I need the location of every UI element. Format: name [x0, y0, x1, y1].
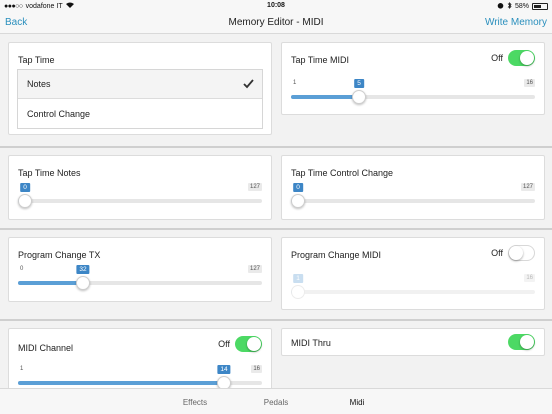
- status-right: 58%: [497, 2, 548, 11]
- slider-value-badge: 0: [20, 183, 30, 192]
- bluetooth-icon: [507, 2, 512, 11]
- section-divider: [0, 146, 552, 148]
- slider-thumb[interactable]: [18, 194, 32, 208]
- alarm-icon: [497, 2, 504, 11]
- tab-midi[interactable]: Midi: [350, 398, 365, 407]
- tap-time-option-control-change[interactable]: Control Change: [18, 99, 262, 128]
- tap-time-card: Tap Time Notes Control Change: [8, 42, 272, 135]
- slider-value-badge: 32: [76, 265, 90, 274]
- program-change-midi-card: Program Change MIDI Off 16 1: [281, 237, 545, 310]
- slider-track: [18, 199, 262, 203]
- slider-max-label: 16: [524, 274, 535, 282]
- tap-time-midi-slider[interactable]: 1 16 5: [291, 79, 535, 109]
- tap-time-midi-card: Tap Time MIDI Off 1 16 5: [281, 42, 545, 115]
- tap-time-options: Notes Control Change: [17, 69, 263, 129]
- toggle-label: Off: [491, 248, 503, 258]
- slider-max-label: 127: [520, 183, 535, 191]
- tap-time-midi-toggle-group: Off: [491, 50, 535, 66]
- midi-channel-title: MIDI Channel: [18, 343, 74, 353]
- navigation-bar: Back Memory Editor - MIDI Write Memory: [0, 12, 552, 34]
- tab-pedals[interactable]: Pedals: [264, 398, 288, 407]
- program-change-midi-title: Program Change MIDI: [291, 250, 382, 260]
- page-title: Memory Editor - MIDI: [228, 17, 324, 28]
- toggle-knob: [247, 337, 261, 351]
- tap-time-notes-card: Tap Time Notes 127 0: [8, 155, 272, 220]
- battery-percent: 58%: [514, 3, 529, 10]
- slider-max-label: 127: [247, 265, 262, 273]
- slider-track: [291, 290, 535, 294]
- tap-time-title: Tap Time: [18, 55, 55, 65]
- slider-thumb[interactable]: [352, 90, 366, 104]
- program-change-tx-title: Program Change TX: [18, 250, 101, 260]
- slider-value-badge: 1: [293, 274, 303, 283]
- midi-thru-toggle[interactable]: [508, 334, 535, 350]
- program-change-midi-toggle[interactable]: [508, 245, 535, 261]
- slider-track: [291, 199, 535, 203]
- tap-time-notes-slider[interactable]: 127 0: [18, 183, 262, 213]
- tab-bar: Effects Pedals Midi: [0, 388, 552, 414]
- program-change-midi-slider: 16 1: [291, 274, 535, 304]
- slider-min-label: 1: [293, 80, 297, 86]
- slider-value-badge: 5: [354, 79, 364, 88]
- section-divider: [0, 319, 552, 321]
- program-change-tx-card: Program Change TX 0 127 32: [8, 237, 272, 302]
- tap-time-midi-title: Tap Time MIDI: [291, 55, 350, 65]
- tap-time-midi-toggle[interactable]: [508, 50, 535, 66]
- toggle-knob: [509, 246, 523, 260]
- slider-max-label: 16: [251, 365, 262, 373]
- slider-max-label: 127: [247, 183, 262, 191]
- slider-value-badge: 0: [293, 183, 303, 192]
- toggle-label: Off: [491, 53, 503, 63]
- checkmark-icon: [243, 78, 254, 89]
- section-divider: [0, 228, 552, 230]
- slider-thumb[interactable]: [76, 276, 90, 290]
- status-time: 10:08: [267, 2, 285, 9]
- slider-fill: [18, 381, 224, 385]
- toggle-label: Off: [218, 339, 230, 349]
- status-bar: ●●●○○ vodafone IT 10:08 58%: [0, 0, 552, 12]
- midi-channel-toggle[interactable]: [235, 336, 262, 352]
- tab-effects[interactable]: Effects: [183, 398, 207, 407]
- slider-max-label: 16: [524, 79, 535, 87]
- tap-time-notes-title: Tap Time Notes: [18, 168, 81, 178]
- program-change-midi-toggle-group: Off: [491, 245, 535, 261]
- tap-time-cc-card: Tap Time Control Change 127 0: [281, 155, 545, 220]
- slider-fill: [291, 95, 359, 99]
- toggle-knob: [520, 335, 534, 349]
- option-label: Notes: [27, 79, 51, 89]
- slider-min-label: 1: [20, 366, 24, 372]
- slider-fill: [18, 281, 83, 285]
- midi-thru-card: MIDI Thru: [281, 328, 545, 356]
- toggle-knob: [520, 51, 534, 65]
- tap-time-cc-title: Tap Time Control Change: [291, 168, 394, 178]
- slider-thumb[interactable]: [291, 194, 305, 208]
- tap-time-option-notes[interactable]: Notes: [18, 70, 262, 99]
- battery-icon: [532, 3, 548, 10]
- slider-value-badge: 14: [217, 365, 231, 374]
- midi-thru-toggle-group: [508, 334, 535, 350]
- midi-thru-title: MIDI Thru: [291, 338, 331, 348]
- tap-time-cc-slider[interactable]: 127 0: [291, 183, 535, 213]
- program-change-tx-slider[interactable]: 0 127 32: [18, 265, 262, 295]
- midi-channel-toggle-group: Off: [218, 336, 262, 352]
- option-label: Control Change: [27, 108, 91, 119]
- slider-min-label: 0: [20, 266, 24, 272]
- write-memory-button[interactable]: Write Memory: [485, 17, 547, 28]
- slider-thumb: [291, 285, 305, 299]
